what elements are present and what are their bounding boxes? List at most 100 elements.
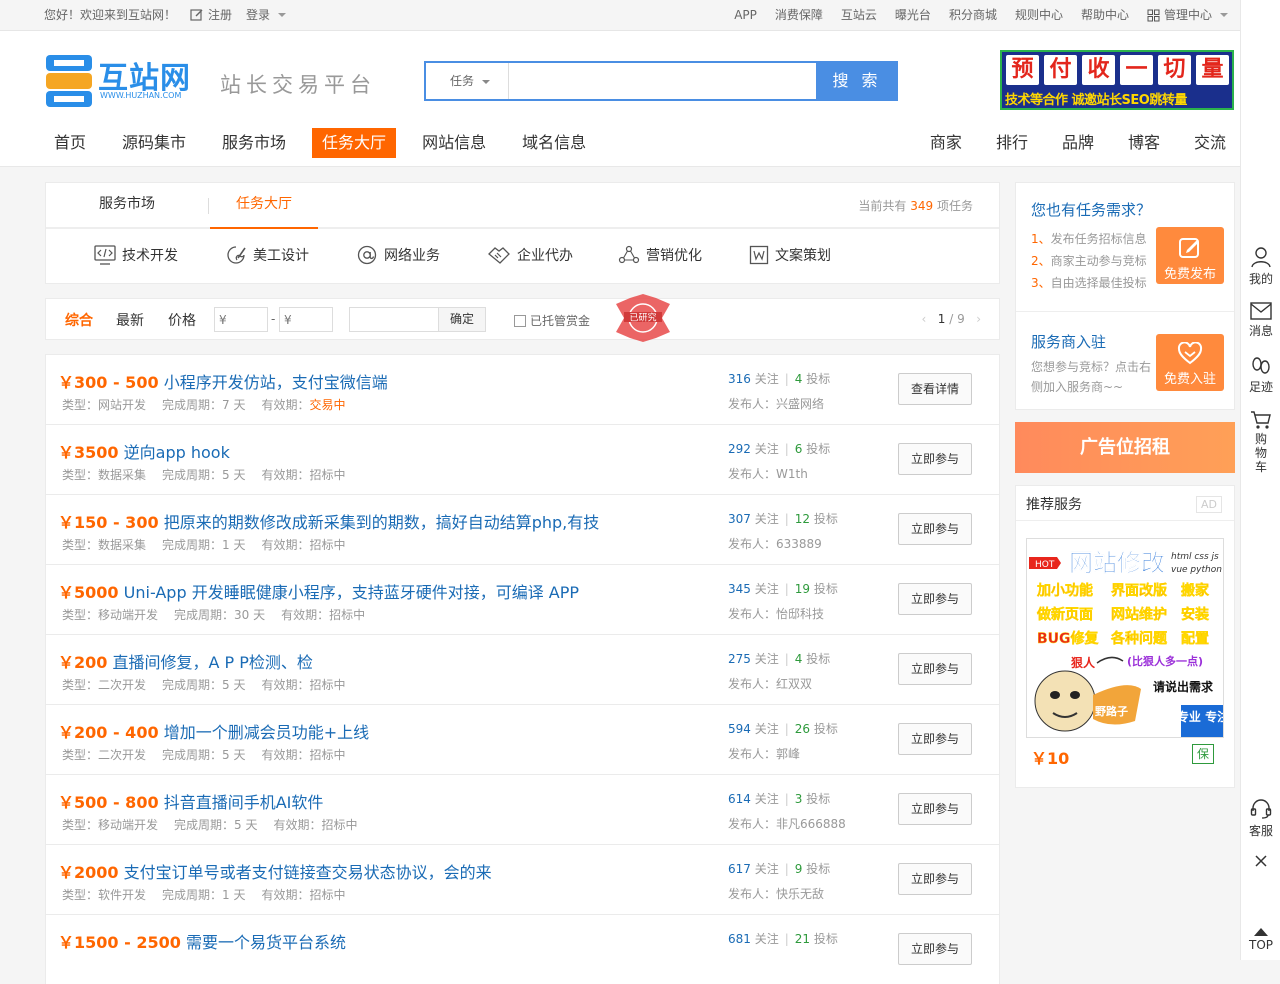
task-row: ￥3500 逆向app hook 类型：数据采集 完成周期：5 天 有效期：招标中 29… — [45, 424, 1000, 494]
join-task-button[interactable]: 立即参与 — [898, 443, 972, 475]
task-period: 完成周期：30 天 — [174, 608, 266, 622]
escrow-label: 已托管赏金 — [530, 314, 591, 328]
rail-back-to-top[interactable]: TOP — [1241, 928, 1280, 952]
service-line: 界面改版 — [1111, 582, 1167, 599]
category-marketing[interactable]: 营销优化 — [618, 245, 749, 265]
category-network[interactable]: 网络业务 — [356, 245, 487, 265]
filter-confirm-button[interactable]: 确定 — [438, 307, 486, 332]
join-task-button[interactable]: 立即参与 — [898, 933, 972, 965]
free-publish-button[interactable]: 免费发布 — [1156, 227, 1224, 284]
top-link-exposure[interactable]: 曝光台 — [895, 0, 931, 30]
rail-messages[interactable]: 消息 — [1241, 302, 1280, 339]
follow-count: 316 — [728, 372, 751, 386]
task-price: ￥200 - 400 — [58, 723, 159, 742]
follow-label: 关注 — [754, 652, 779, 666]
task-title-link[interactable]: ￥300 - 500 小程序开发仿站，支付宝微信端 — [58, 369, 388, 393]
headset-icon — [1250, 799, 1272, 819]
price-max-input[interactable] — [279, 307, 333, 332]
rail-my-account[interactable]: 我的 — [1241, 246, 1280, 287]
sort-newest[interactable]: 最新 — [116, 310, 144, 330]
escrow-checkbox[interactable]: 已托管赏金 — [514, 312, 590, 329]
stats-divider: | — [784, 792, 789, 806]
nav-blog[interactable]: 博客 — [1128, 128, 1160, 158]
category-art-design[interactable]: 美工设计 — [225, 245, 356, 265]
task-title-link[interactable]: ￥1500 - 2500 需要一个易货平台系统 — [58, 929, 346, 953]
top-link-rules[interactable]: 规则中心 — [1015, 0, 1063, 30]
search-input[interactable] — [508, 63, 816, 99]
stats-divider: | — [784, 372, 789, 386]
top-link-cloud[interactable]: 互站云 — [841, 0, 877, 30]
service-line: 做新页面 — [1036, 606, 1093, 623]
join-task-button[interactable]: 立即参与 — [898, 723, 972, 755]
header-ad-banner[interactable]: 预 付 收 一 切 量 技术等合作 诚邀站长SEO跳转量 — [1000, 50, 1234, 110]
rec-service-image[interactable]: HOT 网站修改 html css js vue python 加小功能 界面改… — [1026, 538, 1224, 738]
user-icon — [1251, 247, 1271, 268]
nav-merchants[interactable]: 商家 — [930, 128, 962, 158]
nav-home[interactable]: 首页 — [44, 128, 96, 158]
rail-close-button[interactable] — [1241, 854, 1280, 870]
tab-service-market[interactable]: 服务市场 — [73, 183, 181, 229]
top-link-help[interactable]: 帮助中心 — [1081, 0, 1129, 30]
site-logo[interactable]: 互站网 WWW.HUZHAN.COM — [44, 51, 204, 111]
ad-rent-banner[interactable]: 广告位招租 — [1015, 422, 1235, 473]
rail-cart[interactable]: 购物车 — [1241, 410, 1280, 474]
task-title-link[interactable]: ￥150 - 300 把原来的期数修改成新采集到的期数，搞好自动结算php,有技 — [58, 509, 599, 533]
hot-label: HOT — [1035, 560, 1055, 570]
top-link-app[interactable]: APP — [734, 0, 757, 30]
task-title-link[interactable]: ￥200 直播间修复，A P P检测、检 — [58, 649, 313, 673]
sort-overall[interactable]: 综合 — [65, 310, 93, 330]
task-price: ￥200 — [58, 653, 108, 672]
nav-ranking[interactable]: 排行 — [996, 128, 1028, 158]
join-task-button[interactable]: 立即参与 — [898, 513, 972, 545]
manage-center-dropdown[interactable]: 管理中心 — [1147, 0, 1228, 30]
nav-source-market[interactable]: 源码集市 — [112, 128, 196, 158]
nav-website-info[interactable]: 网站信息 — [412, 128, 496, 158]
join-task-button[interactable]: 立即参与 — [898, 583, 972, 615]
prev-page-icon[interactable]: ‹ — [922, 312, 927, 326]
rail-customer-service[interactable]: 客服 — [1241, 798, 1280, 839]
task-title-link[interactable]: ￥200 - 400 增加一个删减会员功能+上线 — [58, 719, 369, 743]
login-dropdown[interactable]: 登录 — [246, 0, 287, 30]
register-link[interactable]: 注册 — [190, 0, 232, 30]
task-stats: 617 关注 | 9 投标 — [728, 860, 830, 877]
next-page-icon[interactable]: › — [976, 312, 981, 326]
category-copywriting[interactable]: 文案策划 — [749, 245, 880, 265]
nav-domain-info[interactable]: 域名信息 — [512, 128, 596, 158]
search-button[interactable]: 搜 索 — [816, 61, 898, 101]
free-join-button[interactable]: 免费入驻 — [1156, 334, 1224, 391]
task-title-link[interactable]: ￥2000 支付宝订单号或者支付链接查交易状态协议，会的来 — [58, 859, 492, 883]
task-title-link[interactable]: ￥5000 Uni-App 开发睡眠健康小程序，支持蓝牙硬件对接，可编译 APP — [58, 579, 579, 603]
category-enterprise[interactable]: 企业代办 — [487, 245, 618, 265]
nav-brands[interactable]: 品牌 — [1062, 128, 1094, 158]
task-title: 小程序开发仿站，支付宝微信端 — [163, 373, 388, 392]
nav-service-market[interactable]: 服务市场 — [212, 128, 296, 158]
category-tech-dev[interactable]: 技术开发 — [94, 245, 225, 265]
task-title-link[interactable]: ￥3500 逆向app hook — [58, 439, 230, 463]
keyword-input[interactable] — [349, 307, 439, 332]
nav-task-hall[interactable]: 任务大厅 — [312, 128, 397, 158]
page-total: / 9 — [949, 312, 965, 326]
rail-footprints[interactable]: 足迹 — [1241, 356, 1280, 395]
top-link-guarantee[interactable]: 消费保障 — [775, 0, 823, 30]
rec-title: 推荐服务 — [1026, 497, 1082, 513]
sort-price[interactable]: 价格 — [168, 310, 196, 330]
task-validity: 有效期：招标中 — [261, 538, 346, 552]
right-sidebar: 您也有任务需求？ 1、发布任务招标信息 2、商家主动参与竞标 3、自由选择最佳投… — [1015, 182, 1235, 788]
task-price: ￥1500 - 2500 — [58, 933, 181, 952]
search-category-select[interactable]: 任务 — [426, 63, 508, 99]
join-task-button[interactable]: 立即参与 — [898, 793, 972, 825]
top-link-points-mall[interactable]: 积分商城 — [949, 0, 997, 30]
task-period: 完成周期：5 天 — [162, 678, 246, 692]
join-task-button[interactable]: 立即参与 — [898, 653, 972, 685]
join-task-button[interactable]: 立即参与 — [898, 863, 972, 895]
task-period: 完成周期：5 天 — [162, 748, 246, 762]
price-min-input[interactable] — [214, 307, 268, 332]
nav-community[interactable]: 交流 — [1194, 128, 1226, 158]
view-details-button[interactable]: 查看详情 — [898, 373, 972, 405]
tab-task-hall[interactable]: 任务大厅 — [210, 183, 318, 229]
task-title-link[interactable]: ￥500 - 800 抖音直播间手机AI软件 — [58, 789, 323, 813]
task-meta: 类型：二次开发 完成周期：5 天 有效期：招标中 — [62, 676, 362, 693]
task-validity: 有效期：交易中 — [261, 398, 346, 412]
bid-count: 6 — [794, 442, 803, 456]
task-row: ￥150 - 300 把原来的期数修改成新采集到的期数，搞好自动结算php,有技… — [45, 494, 1000, 564]
